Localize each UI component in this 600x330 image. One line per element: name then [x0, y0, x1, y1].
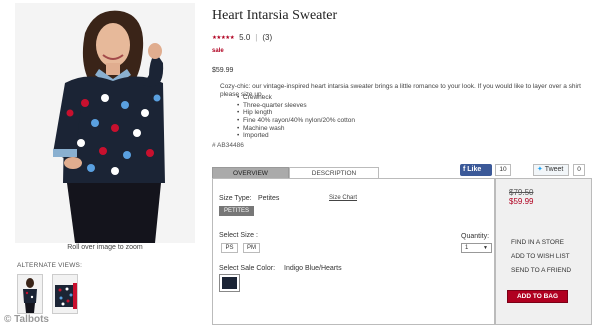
- like-count: 10: [495, 164, 511, 176]
- rating-stars-icon: ★★★★★: [212, 34, 235, 41]
- product-title: Heart Intarsia Sweater: [212, 8, 338, 23]
- watermark: © Talbots: [4, 314, 49, 325]
- color-swatch-indigo[interactable]: [219, 274, 240, 292]
- product-price: $59.99: [212, 67, 234, 74]
- quantity-select[interactable]: 1 ▼: [461, 243, 492, 253]
- sale-price: $59.99: [509, 197, 534, 206]
- size-chart-link[interactable]: Size Chart: [329, 195, 357, 201]
- rating-row[interactable]: ★★★★★ 5.0 | (3): [212, 33, 272, 42]
- rating-value: 5.0: [239, 33, 251, 42]
- tweet-button[interactable]: ✦ Tweet: [533, 164, 569, 176]
- feature-item: Crewneck: [237, 94, 355, 102]
- size-type-label: Size Type:: [219, 195, 252, 202]
- feature-item: Fine 40% rayon/40% nylon/20% cotton: [237, 117, 355, 125]
- original-price: $79.50: [509, 188, 534, 197]
- chevron-down-icon: ▼: [483, 245, 488, 251]
- find-in-store-link[interactable]: FIND IN A STORE: [511, 239, 564, 246]
- twitter-bird-icon: ✦: [537, 166, 543, 173]
- quantity-value: 1: [465, 245, 469, 251]
- select-size-label: Select Size :: [219, 232, 258, 239]
- feature-item: Three-quarter sleeves: [237, 102, 355, 110]
- rating-divider: |: [255, 33, 258, 42]
- facebook-like-button[interactable]: f Like: [460, 164, 492, 176]
- feature-item: Imported: [237, 132, 355, 140]
- feature-list: Crewneck Three-quarter sleeves Hip lengt…: [237, 94, 355, 140]
- alternate-views-label: ALTERNATE VIEWS:: [17, 262, 83, 269]
- like-label: Like: [467, 166, 482, 173]
- add-to-wishlist-link[interactable]: ADD TO WISH LIST: [511, 253, 570, 260]
- add-to-bag-button[interactable]: ADD TO BAG: [507, 290, 568, 303]
- size-type-value: Petites: [258, 195, 280, 202]
- review-count-link[interactable]: (3): [262, 33, 272, 42]
- product-sku: # AB34486: [212, 142, 244, 149]
- feature-item: Hip length: [237, 109, 355, 117]
- tweet-label: Tweet: [544, 166, 564, 173]
- alt-view-thumbnail-1[interactable]: [17, 274, 43, 314]
- feature-item: Machine wash: [237, 125, 355, 133]
- quantity-label: Quantity:: [461, 233, 490, 240]
- size-option-pm[interactable]: PM: [243, 243, 260, 253]
- alt-view-thumbnail-2[interactable]: [52, 274, 78, 314]
- tweet-count: 0: [573, 164, 585, 176]
- size-option-ps[interactable]: PS: [221, 243, 238, 253]
- zoom-hint: Roll over image to zoom: [67, 244, 143, 251]
- sale-badge: sale: [212, 48, 224, 54]
- size-type-petites-button[interactable]: PETITES: [219, 206, 254, 216]
- product-image[interactable]: [15, 3, 195, 243]
- swatch-fill: [222, 277, 237, 289]
- select-color-label: Select Sale Color:: [219, 265, 276, 272]
- selected-color-name: Indigo Blue/Hearts: [284, 265, 342, 272]
- send-to-friend-link[interactable]: SEND TO A FRIEND: [511, 267, 571, 274]
